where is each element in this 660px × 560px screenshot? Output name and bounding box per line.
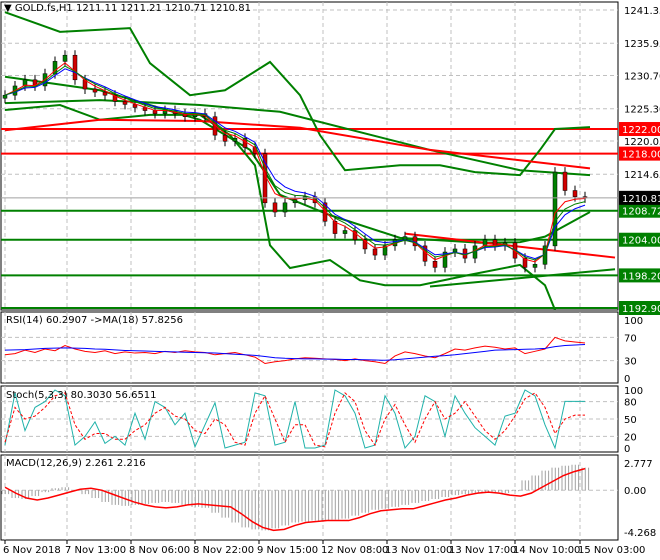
- ohlc-open: 1211.11: [75, 3, 118, 14]
- ohlc-close: 1210.81: [209, 3, 251, 14]
- candle: [552, 171, 558, 247]
- indicator-tick-label: 30: [624, 357, 637, 368]
- indicator-line: [4, 11, 591, 177]
- price-tick-label: 1235.95: [624, 39, 660, 50]
- level-label: 1198.20: [622, 271, 660, 282]
- x-tick-label: 13 Nov 01:00: [385, 545, 452, 556]
- chart-canvas[interactable]: 1241.35 1235.95 1230.70 1225.30 1220.05 1214.…: [0, 0, 660, 560]
- indicator-tick-label: 20: [624, 432, 637, 443]
- macd-tick-label: 2.777: [624, 459, 653, 470]
- candle: [372, 248, 378, 256]
- candle: [2, 94, 8, 99]
- level-label: 1222.00: [622, 125, 660, 136]
- symbol-title: GOLD.fs,H1: [14, 3, 73, 14]
- stoch-title: Stoch(5,3,3) 80.3030 56.6511: [6, 390, 157, 401]
- candle: [432, 261, 438, 268]
- indicator-line: [4, 118, 591, 170]
- level-label: 1192.90: [622, 304, 660, 315]
- level-label: 1204.00: [622, 236, 660, 247]
- candle: [292, 199, 298, 204]
- rsi-title: RSI(14) 60.2907 ->MA(18) 57.8256: [6, 315, 183, 326]
- indicator-tick-label: 50: [624, 415, 637, 426]
- moving-average: [4, 68, 586, 260]
- price-tick-label: 1214.65: [624, 170, 660, 181]
- x-tick-label: 9 Nov 15:00: [257, 545, 318, 556]
- moving-average: [4, 62, 586, 263]
- x-tick-label: 7 Nov 13:00: [65, 545, 126, 556]
- candle: [152, 110, 158, 114]
- price-tick-label: 1230.70: [624, 72, 660, 83]
- indicator-tick-label: 100: [624, 386, 643, 397]
- indicator-line: [4, 99, 591, 177]
- candle: [62, 54, 68, 62]
- candle: [342, 230, 348, 234]
- candle: [122, 101, 128, 105]
- candle: [282, 202, 288, 213]
- ohlc-low: 1210.71: [165, 3, 207, 14]
- level-label: 1208.72: [622, 207, 660, 218]
- ohlc-high: 1211.21: [120, 3, 162, 14]
- price-tick-label: 1220.05: [624, 137, 660, 148]
- macd-tick-label: 0.00: [624, 486, 646, 497]
- candle: [232, 137, 238, 142]
- macd-tick-label: -4.268: [624, 528, 656, 539]
- indicator-line: [404, 232, 616, 259]
- macd-title: MACD(12,26,9) 2.261 2.216: [6, 458, 146, 469]
- indicator-tick-label: 0: [624, 374, 630, 385]
- price-tick-label: 1241.35: [624, 6, 660, 17]
- x-tick-label: 6 Nov 2018: [3, 545, 61, 556]
- symbol-header: ▼ GOLD.fs,H1 1211.11 1211.21 1210.71 121…: [4, 3, 251, 14]
- indicator-tick-label: 100: [624, 316, 643, 327]
- indicator-line: [4, 75, 591, 244]
- x-tick-label: 15 Nov 03:00: [578, 545, 645, 556]
- x-tick-label: 14 Nov 10:00: [513, 545, 580, 556]
- indicator-tick-label: 0: [624, 444, 630, 455]
- current-price-label: 1210.81: [622, 194, 660, 205]
- candle: [272, 202, 278, 213]
- price-tick-label: 1225.30: [624, 105, 660, 116]
- candle: [532, 264, 538, 268]
- candle: [562, 171, 568, 191]
- x-tick-label: 12 Nov 08:00: [321, 545, 388, 556]
- indicator-tick-label: 70: [624, 333, 637, 344]
- candle: [402, 236, 408, 240]
- candle: [72, 54, 78, 81]
- candle: [572, 190, 578, 197]
- moving-average: [4, 65, 586, 261]
- level-label: 1218.00: [622, 150, 660, 161]
- indicator-line: [4, 104, 556, 311]
- indicator-tick-label: 80: [624, 398, 637, 409]
- x-tick-label: 8 Nov 22:00: [193, 545, 254, 556]
- candle: [452, 248, 458, 253]
- candle: [132, 104, 138, 108]
- candle: [102, 91, 108, 96]
- chart-window: 1241.35 1235.95 1230.70 1225.30 1220.05 1214.…: [0, 0, 660, 560]
- candle: [92, 88, 98, 93]
- dropdown-arrow-icon[interactable]: ▼: [4, 3, 12, 14]
- x-tick-label: 13 Nov 17:00: [449, 545, 516, 556]
- x-tick-label: 8 Nov 06:00: [129, 545, 190, 556]
- candle: [222, 134, 228, 142]
